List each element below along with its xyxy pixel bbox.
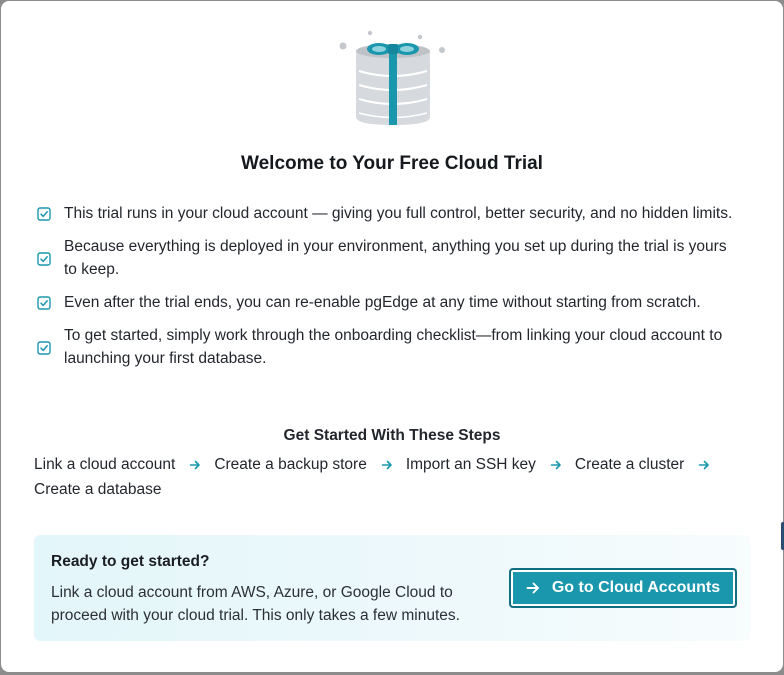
step-create-cluster: Create a cluster (575, 452, 723, 477)
check-square-icon (37, 296, 51, 310)
step-create-backup-store: Create a backup store (214, 452, 406, 477)
feature-list-item: To get started, simply work through the … (37, 324, 737, 370)
feature-text: To get started, simply work through the … (64, 327, 723, 367)
step-create-database: Create a database (34, 477, 162, 502)
dialog-title: Welcome to Your Free Cloud Trial (241, 153, 543, 174)
welcome-dialog: Welcome to Your Free Cloud Trial This tr… (1, 1, 783, 672)
feature-text: Even after the trial ends, you can re-en… (64, 294, 701, 311)
feature-list: This trial runs in your cloud account — … (37, 202, 737, 380)
step-import-ssh-key: Import an SSH key (406, 452, 575, 477)
button-label: Go to Cloud Accounts (551, 579, 721, 596)
step-label: Import an SSH key (405, 456, 536, 473)
step-link-cloud-account: Link a cloud account (34, 452, 214, 477)
step-label: Link a cloud account (34, 456, 176, 473)
go-to-cloud-accounts-button[interactable]: Go to Cloud Accounts (509, 568, 737, 608)
arrow-right-icon (699, 460, 710, 469)
cta-description: Link a cloud account from AWS, Azure, or… (51, 584, 460, 624)
arrow-right-icon (550, 460, 561, 469)
step-label: Create a database (34, 481, 162, 498)
cta-title: Ready to get started? (51, 553, 210, 570)
check-square-icon (37, 251, 51, 266)
step-label: Create a backup store (214, 456, 367, 473)
arrow-right-icon (381, 460, 392, 469)
steps-heading: Get Started With These Steps (283, 427, 501, 444)
feature-text: This trial runs in your cloud account — … (64, 205, 733, 222)
feature-list-item: This trial runs in your cloud account — … (37, 202, 737, 225)
feature-list-item: Because everything is deployed in your e… (37, 235, 737, 281)
gift-database-icon (339, 30, 445, 125)
check-square-icon (37, 340, 51, 355)
check-square-icon (37, 207, 51, 221)
arrow-right-icon (190, 460, 201, 469)
feature-text: Because everything is deployed in your e… (64, 238, 727, 278)
steps-list: Link a cloud account Create a backup sto… (34, 452, 754, 502)
arrow-right-icon (526, 582, 539, 594)
cta-panel: Ready to get started? Link a cloud accou… (34, 535, 750, 641)
step-label: Create a cluster (574, 456, 685, 473)
feature-list-item: Even after the trial ends, you can re-en… (37, 291, 737, 314)
